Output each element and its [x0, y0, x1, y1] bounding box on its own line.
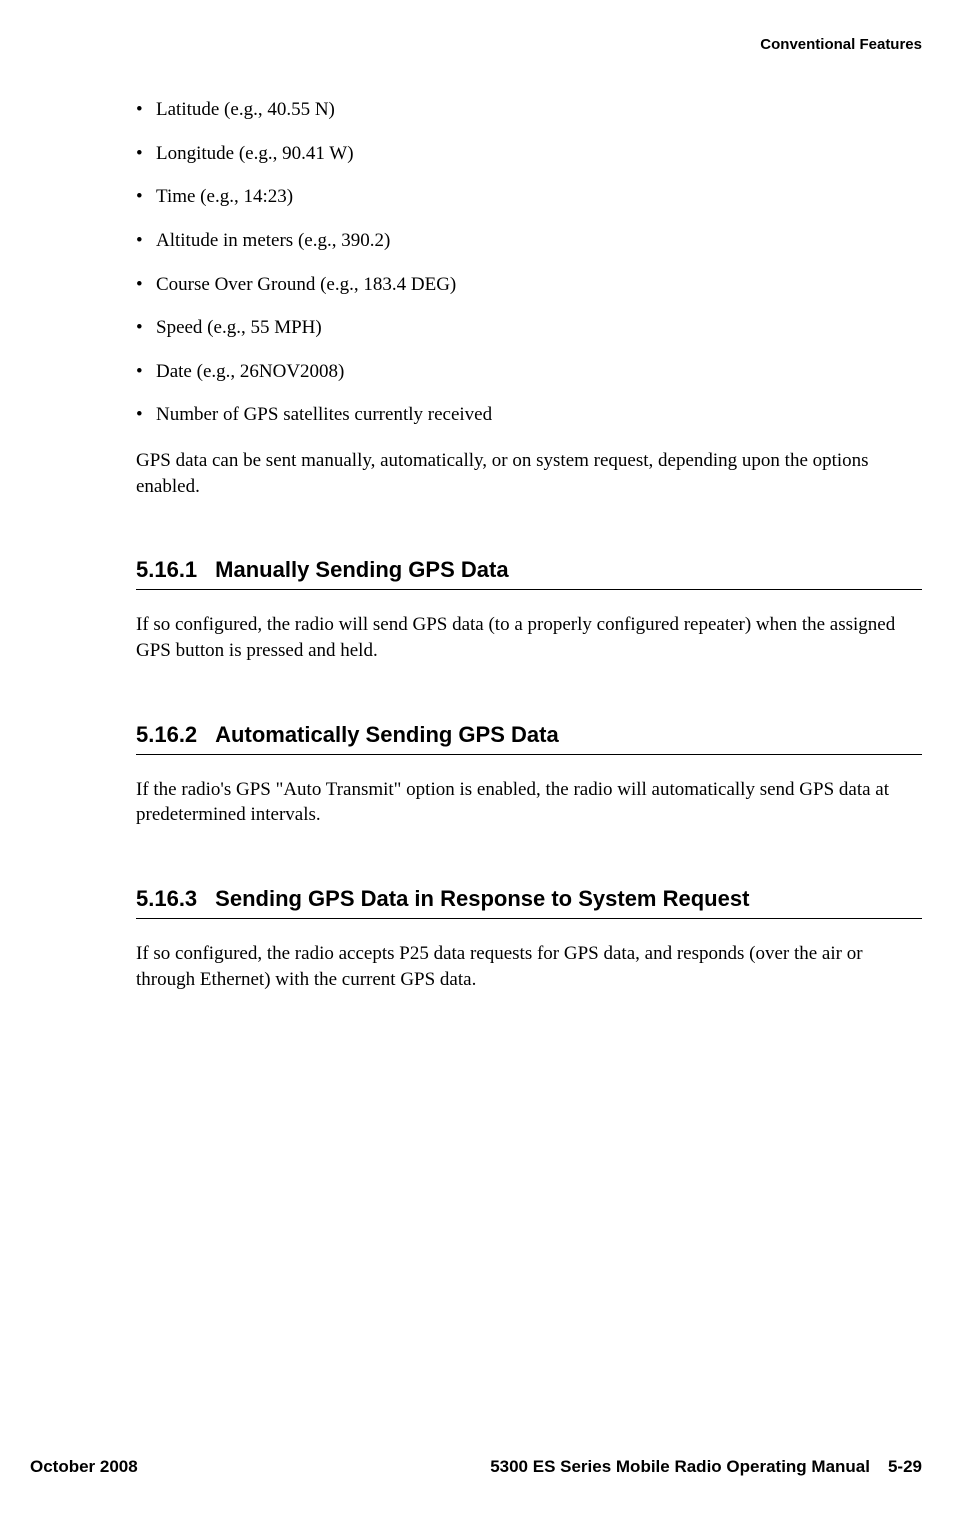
section-body: If so configured, the radio will send GP… [136, 612, 922, 663]
footer-manual-title: 5300 ES Series Mobile Radio Operating Ma… [490, 1457, 870, 1476]
page: Conventional Features Latitude (e.g., 40… [0, 0, 976, 1519]
bullet-item: Date (e.g., 26NOV2008) [156, 359, 922, 385]
section-title: Manually Sending GPS Data [215, 557, 508, 582]
section-5-16-2: 5.16.2 Automatically Sending GPS Data If … [136, 722, 922, 828]
section-heading: 5.16.3 Sending GPS Data in Response to Sy… [136, 886, 922, 912]
section-heading: 5.16.1 Manually Sending GPS Data [136, 557, 922, 583]
bullet-item: Speed (e.g., 55 MPH) [156, 315, 922, 341]
section-title: Automatically Sending GPS Data [215, 722, 559, 747]
section-5-16-3: 5.16.3 Sending GPS Data in Response to Sy… [136, 886, 922, 992]
section-number: 5.16.1 [136, 557, 197, 583]
footer-date: October 2008 [30, 1457, 138, 1477]
bullet-item: Longitude (e.g., 90.41 W) [156, 141, 922, 167]
bullet-item: Latitude (e.g., 40.55 N) [156, 97, 922, 123]
page-footer: October 2008 5300 ES Series Mobile Radio… [30, 1457, 922, 1477]
section-5-16-1: 5.16.1 Manually Sending GPS Data If so co… [136, 557, 922, 663]
bullet-item: Altitude in meters (e.g., 390.2) [156, 228, 922, 254]
section-number: 5.16.2 [136, 722, 197, 748]
footer-right: 5300 ES Series Mobile Radio Operating Ma… [490, 1457, 922, 1477]
bullet-list: Latitude (e.g., 40.55 N) Longitude (e.g.… [136, 97, 922, 428]
bullet-item: Number of GPS satellites currently recei… [156, 402, 922, 428]
bullet-item: Course Over Ground (e.g., 183.4 DEG) [156, 272, 922, 298]
bullet-item: Time (e.g., 14:23) [156, 184, 922, 210]
section-rule [136, 589, 922, 590]
footer-page-number: 5-29 [888, 1457, 922, 1476]
section-rule [136, 918, 922, 919]
section-body: If so configured, the radio accepts P25 … [136, 941, 922, 992]
paragraph: GPS data can be sent manually, automatic… [136, 448, 922, 499]
running-head: Conventional Features [136, 36, 922, 53]
section-number: 5.16.3 [136, 886, 197, 912]
section-body: If the radio's GPS "Auto Transmit" optio… [136, 777, 922, 828]
section-rule [136, 754, 922, 755]
section-title: Sending GPS Data in Response to System R… [215, 886, 749, 911]
section-heading: 5.16.2 Automatically Sending GPS Data [136, 722, 922, 748]
